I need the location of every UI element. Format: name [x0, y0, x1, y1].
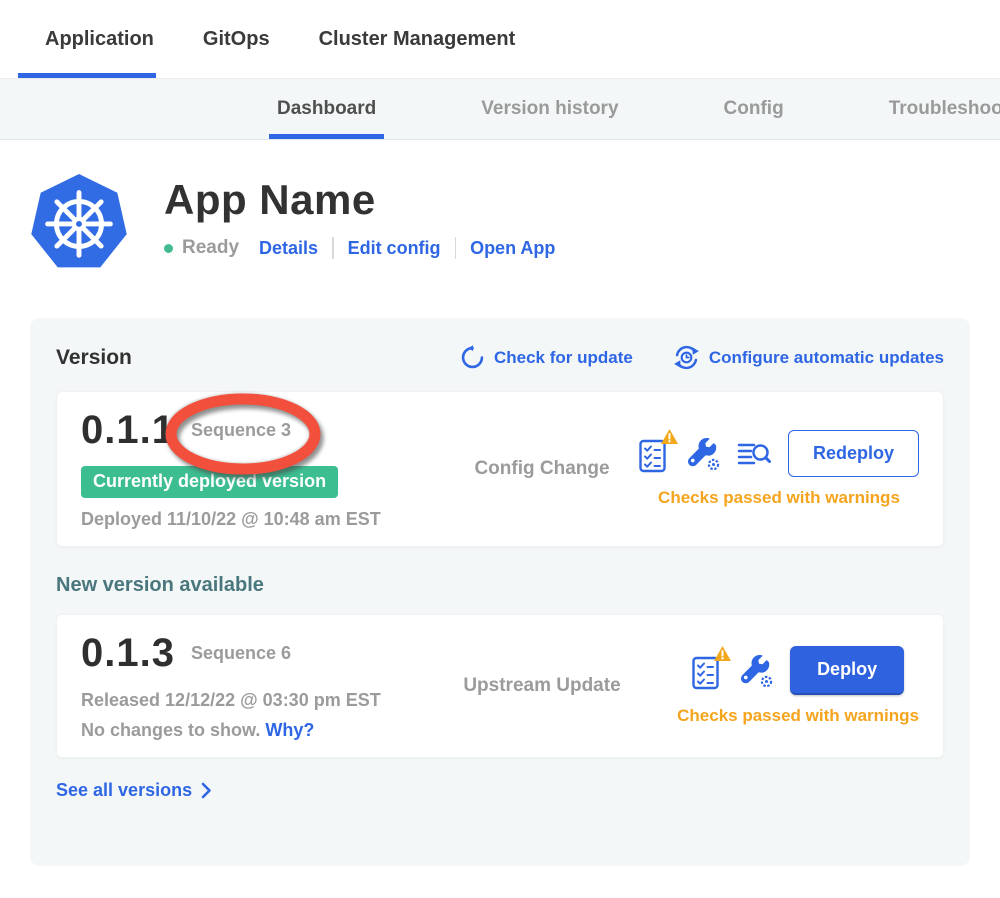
current-version-info: 0.1.1 Sequence 3 Currently deployed vers…	[81, 408, 431, 530]
currently-deployed-badge: Currently deployed version	[81, 466, 338, 498]
current-source-label: Config Change	[457, 458, 627, 480]
edit-config-link[interactable]: Edit config	[348, 238, 441, 259]
ready-status-dot-icon	[164, 244, 173, 253]
refresh-icon	[460, 345, 485, 370]
app-status-row: Ready Details Edit config Open App	[164, 237, 555, 259]
admin-console-page: Application GitOps Cluster Management Da…	[0, 0, 1000, 898]
configure-auto-updates-label: Configure automatic updates	[709, 348, 944, 368]
kubernetes-logo-icon	[30, 172, 128, 272]
details-link[interactable]: Details	[259, 238, 318, 259]
top-nav: Application GitOps Cluster Management	[0, 0, 1000, 78]
check-for-update-label: Check for update	[494, 348, 633, 368]
see-all-versions-label: See all versions	[56, 780, 192, 801]
warning-triangle-icon	[660, 428, 679, 445]
see-all-versions-link[interactable]: See all versions	[56, 780, 212, 801]
subtab-config[interactable]: Config	[724, 79, 784, 139]
diff-summary: No changes to show.	[81, 720, 260, 740]
view-files-search-icon[interactable]	[737, 440, 771, 468]
tab-cluster-management[interactable]: Cluster Management	[319, 0, 516, 78]
subtab-version-history[interactable]: Version history	[481, 79, 618, 139]
edit-config-wrench-icon[interactable]	[688, 438, 720, 470]
available-preflight-status: Checks passed with warnings	[677, 706, 919, 726]
tab-gitops[interactable]: GitOps	[203, 0, 270, 78]
current-version-actions: Redeploy Checks passed with warnings	[639, 430, 919, 508]
available-version-actions: Deploy Checks passed with warnings	[677, 646, 919, 726]
sub-nav: Dashboard Version history Config Trouble…	[0, 78, 1000, 140]
released-timestamp: Released 12/12/22 @ 03:30 pm EST	[81, 690, 431, 711]
subtab-troubleshoot[interactable]: Troubleshoot	[889, 79, 1000, 139]
subtab-dashboard[interactable]: Dashboard	[277, 79, 376, 139]
auto-update-clock-icon	[673, 344, 700, 371]
preflight-checks-icon[interactable]	[639, 435, 671, 473]
app-status: Ready	[182, 237, 239, 259]
subtab-config-label: Config	[724, 98, 784, 120]
app-header: App Name Ready Details Edit config Open …	[164, 176, 555, 259]
version-card-actions: Check for update Configure automat	[460, 344, 944, 371]
current-version-number: 0.1.1	[81, 408, 175, 453]
warning-triangle-icon	[713, 645, 732, 662]
tab-application[interactable]: Application	[45, 0, 154, 78]
current-preflight-status: Checks passed with warnings	[658, 488, 900, 508]
tab-cluster-management-label: Cluster Management	[319, 28, 516, 51]
current-sequence-wrap: Sequence 3	[191, 420, 291, 441]
version-card-header: Version Check for update	[56, 344, 944, 371]
check-for-update-link[interactable]: Check for update	[460, 345, 633, 370]
current-sequence-label: Sequence 3	[191, 420, 291, 440]
redeploy-button[interactable]: Redeploy	[788, 430, 919, 477]
version-card: Version Check for update	[30, 318, 970, 866]
tab-gitops-label: GitOps	[203, 28, 270, 51]
why-link[interactable]: Why?	[265, 720, 314, 740]
divider	[455, 237, 457, 259]
active-subtab-underline	[269, 134, 384, 139]
subtab-troubleshoot-label: Troubleshoot	[889, 98, 1000, 120]
edit-config-wrench-icon[interactable]	[741, 655, 773, 687]
available-sequence-label: Sequence 6	[191, 643, 291, 663]
open-app-link[interactable]: Open App	[470, 238, 555, 259]
tab-application-label: Application	[45, 28, 154, 51]
diff-summary-row: No changes to show. Why?	[81, 720, 431, 741]
preflight-checks-icon[interactable]	[692, 652, 724, 690]
available-source-label: Upstream Update	[457, 675, 627, 697]
app-title: App Name	[164, 176, 555, 224]
current-version-row: 0.1.1 Sequence 3 Currently deployed vers…	[56, 391, 944, 547]
deployed-timestamp: Deployed 11/10/22 @ 10:48 am EST	[81, 509, 431, 530]
version-card-title: Version	[56, 346, 132, 370]
new-version-heading: New version available	[56, 574, 944, 597]
deploy-button[interactable]: Deploy	[790, 646, 904, 695]
available-version-number: 0.1.3	[81, 631, 175, 676]
configure-auto-updates-link[interactable]: Configure automatic updates	[673, 344, 944, 371]
available-version-row: 0.1.3 Sequence 6 Released 12/12/22 @ 03:…	[56, 614, 944, 758]
available-version-info: 0.1.3 Sequence 6 Released 12/12/22 @ 03:…	[81, 631, 431, 741]
subtab-dashboard-label: Dashboard	[277, 98, 376, 120]
subtab-version-history-label: Version history	[481, 98, 618, 120]
divider	[332, 237, 334, 259]
chevron-right-icon	[201, 782, 212, 799]
